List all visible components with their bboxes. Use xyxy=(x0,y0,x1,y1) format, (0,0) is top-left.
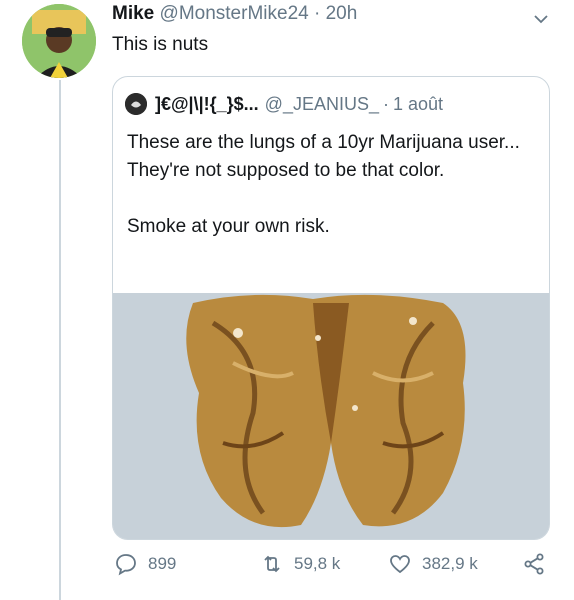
like-button[interactable]: 382,9 k xyxy=(388,552,478,576)
tweet-time[interactable]: 20h xyxy=(326,3,358,24)
tweet-actions: 899 59,8 k 382,9 k xyxy=(112,552,562,586)
retweet-button[interactable]: 59,8 k xyxy=(260,552,340,576)
retweet-count: 59,8 k xyxy=(294,554,341,573)
quote-avatar xyxy=(125,93,147,115)
quote-text-paragraph-1: These are the lungs of a 10yr Marijuana … xyxy=(127,132,520,181)
tweet-text: This is nuts xyxy=(112,34,209,55)
separator: · xyxy=(313,3,321,24)
thread-line xyxy=(59,80,61,600)
quote-date: 1 août xyxy=(392,93,444,114)
chevron-down-icon[interactable] xyxy=(530,8,552,30)
retweet-icon xyxy=(264,555,280,573)
tweet-header: Mike @MonsterMike24 · 20h xyxy=(112,3,357,25)
like-count: 382,9 k xyxy=(422,554,478,573)
share-icon xyxy=(524,553,544,575)
quote-separator: · xyxy=(382,93,389,114)
quote-header: ]€@|\|!{_}$... @_JEANIUS_ · 1 août xyxy=(125,93,443,115)
reply-count: 899 xyxy=(148,554,177,573)
author-handle[interactable]: @MonsterMike24 xyxy=(160,3,309,24)
share-button[interactable] xyxy=(522,552,556,576)
reply-button[interactable]: 899 xyxy=(114,552,176,576)
quote-author-handle: @_JEANIUS_ xyxy=(264,93,379,114)
quote-text-paragraph-2: Smoke at your own risk. xyxy=(127,216,330,237)
avatar[interactable] xyxy=(22,4,96,78)
like-icon xyxy=(390,555,410,574)
author-name[interactable]: Mike xyxy=(112,3,154,24)
quote-author-name: ]€@|\|!{_}$... xyxy=(155,93,259,114)
quote-image-walnut[interactable] xyxy=(113,293,549,539)
reply-icon xyxy=(116,554,136,576)
quote-text: These are the lungs of a 10yr Marijuana … xyxy=(127,129,539,241)
quoted-tweet[interactable]: ]€@|\|!{_}$... @_JEANIUS_ · 1 août These… xyxy=(112,76,550,540)
